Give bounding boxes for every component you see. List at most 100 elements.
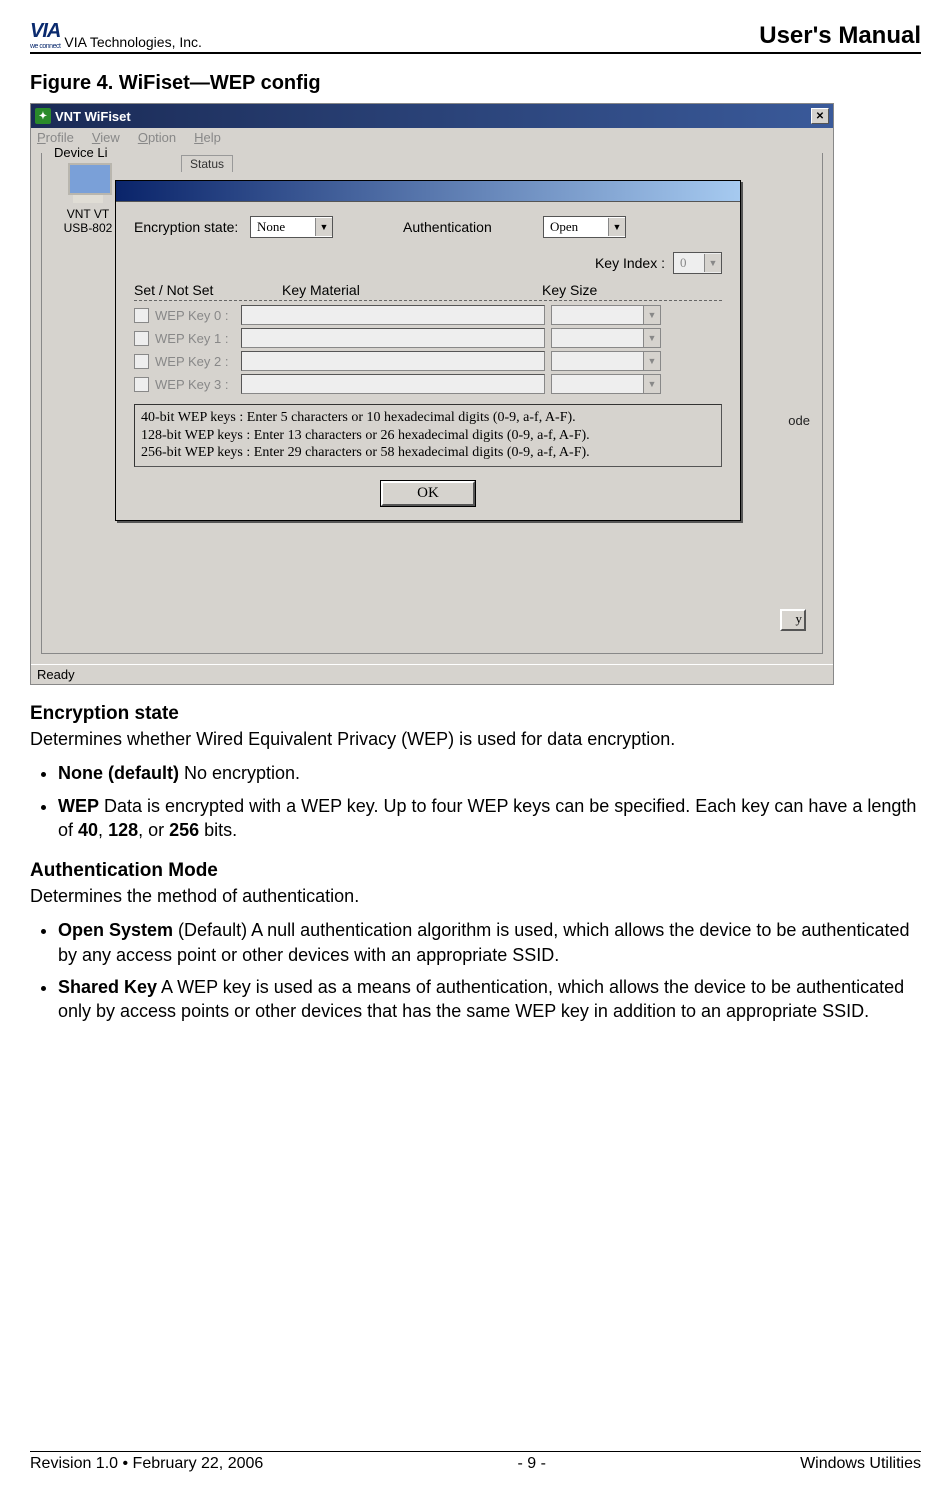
auth-mode-heading: Authentication Mode [30, 860, 921, 882]
text-wep-tail: bits. [199, 820, 237, 840]
list-item: None (default) No encryption. [58, 761, 921, 785]
wep-key-3-checkbox [134, 377, 149, 392]
chevron-down-icon: ▼ [643, 352, 660, 370]
dialog-titlebar [116, 181, 740, 202]
encryption-state-select[interactable]: None ▼ [250, 216, 333, 238]
page-footer: Revision 1.0 • February 22, 2006 - 9 - W… [30, 1451, 921, 1473]
term-wep: WEP [58, 796, 99, 816]
key-index-label: Key Index : [595, 255, 665, 271]
wep-key-row-1: WEP Key 1 : ▼ [134, 328, 722, 348]
dashed-divider [134, 300, 722, 301]
text-shared: A WEP key is used as a means of authenti… [58, 977, 904, 1021]
list-item: WEP Data is encrypted with a WEP key. Up… [58, 794, 921, 843]
list-item: Open System (Default) A null authenticat… [58, 918, 921, 967]
via-logo: VIA [30, 20, 60, 43]
wep-key-3-size-select: ▼ [551, 374, 661, 394]
background-button-fragment: y [780, 609, 806, 631]
menu-profile[interactable]: Profile [37, 130, 74, 145]
ok-button[interactable]: OK [381, 481, 475, 506]
open-paren: (Default) [173, 920, 251, 940]
wep-key-0-input [241, 305, 545, 325]
company-name: VIA Technologies, Inc. [64, 34, 202, 50]
device-line2: USB-802 [52, 221, 124, 235]
menubar: Profile View Option Help [31, 128, 833, 147]
key-index-select: 0 ▼ [673, 252, 722, 274]
encryption-state-list: None (default) No encryption. WEP Data i… [30, 761, 921, 842]
encryption-state-value: None [251, 219, 315, 235]
authentication-label: Authentication [403, 219, 533, 235]
wep-key-row-0: WEP Key 0 : ▼ [134, 305, 722, 325]
bits-40: 40 [78, 820, 98, 840]
list-item: Shared Key A WEP key is used as a means … [58, 975, 921, 1024]
chevron-down-icon: ▼ [608, 218, 625, 236]
header-size: Key Size [542, 282, 597, 298]
manual-title: User's Manual [759, 22, 921, 50]
authentication-select[interactable]: Open ▼ [543, 216, 626, 238]
wep-key-1-input [241, 328, 545, 348]
chevron-down-icon: ▼ [643, 375, 660, 393]
authentication-value: Open [544, 219, 608, 235]
header-set: Set / Not Set [134, 282, 282, 298]
auth-mode-list: Open System (Default) A null authenticat… [30, 918, 921, 1023]
wep-key-1-size-select: ▼ [551, 328, 661, 348]
wep-key-3-input [241, 374, 545, 394]
menu-option[interactable]: Option [138, 130, 176, 145]
logo-block: VIA we connect VIA Technologies, Inc. [30, 20, 202, 50]
wep-key-2-label: WEP Key 2 : [155, 354, 241, 369]
wep-key-0-checkbox [134, 308, 149, 323]
chevron-down-icon: ▼ [643, 329, 660, 347]
wep-key-2-input [241, 351, 545, 371]
auth-mode-desc: Determines the method of authentication. [30, 884, 921, 908]
wep-key-1-checkbox [134, 331, 149, 346]
window-titlebar: ✦ VNT WiFiset ✕ [31, 104, 833, 128]
wep-key-1-label: WEP Key 1 : [155, 331, 241, 346]
wep-key-0-size-select: ▼ [551, 305, 661, 325]
bits-256: 256 [169, 820, 199, 840]
wep-config-dialog: Encryption state: None ▼ Authentication … [115, 180, 741, 521]
page-header: VIA we connect VIA Technologies, Inc. Us… [30, 20, 921, 54]
app-icon: ✦ [35, 108, 51, 124]
key-index-value: 0 [674, 255, 704, 271]
term-shared: Shared Key [58, 977, 157, 997]
bits-128: 128 [108, 820, 138, 840]
menu-view[interactable]: View [92, 130, 120, 145]
wep-key-2-checkbox [134, 354, 149, 369]
encryption-state-heading: Encryption state [30, 703, 921, 725]
term-open: Open System [58, 920, 173, 940]
footer-right: Windows Utilities [800, 1455, 921, 1473]
encryption-state-label: Encryption state: [134, 219, 250, 235]
screenshot-window: ✦ VNT WiFiset ✕ Profile View Option Help… [30, 103, 834, 685]
wep-key-row-3: WEP Key 3 : ▼ [134, 374, 722, 394]
monitor-icon [64, 163, 112, 203]
header-material: Key Material [282, 282, 542, 298]
wep-key-3-label: WEP Key 3 : [155, 377, 241, 392]
hint-line-1: 40-bit WEP keys : Enter 5 characters or … [141, 409, 715, 427]
footer-center: - 9 - [517, 1455, 545, 1473]
wep-key-2-size-select: ▼ [551, 351, 661, 371]
footer-left: Revision 1.0 • February 22, 2006 [30, 1455, 263, 1473]
term-none: None (default) [58, 763, 179, 783]
wep-key-row-2: WEP Key 2 : ▼ [134, 351, 722, 371]
sep2: , or [138, 820, 169, 840]
menu-help[interactable]: Help [194, 130, 221, 145]
sep1: , [98, 820, 108, 840]
chevron-down-icon: ▼ [315, 218, 332, 236]
column-headers: Set / Not Set Key Material Key Size [134, 282, 722, 298]
hint-line-3: 256-bit WEP keys : Enter 29 characters o… [141, 444, 715, 462]
figure-title: Figure 4. WiFiset—WEP config [30, 72, 921, 95]
encryption-state-desc: Determines whether Wired Equivalent Priv… [30, 727, 921, 751]
device-line1: VNT VT [52, 207, 124, 221]
hint-line-2: 128-bit WEP keys : Enter 13 characters o… [141, 427, 715, 445]
device-item[interactable]: VNT VT USB-802 [52, 163, 124, 236]
chevron-down-icon: ▼ [704, 254, 721, 272]
text-none: No encryption. [179, 763, 300, 783]
close-icon[interactable]: ✕ [811, 108, 829, 124]
status-bar: Ready [31, 664, 833, 684]
window-title: VNT WiFiset [55, 109, 131, 124]
wep-key-0-label: WEP Key 0 : [155, 308, 241, 323]
group-label: Device Li [50, 145, 111, 160]
hint-box: 40-bit WEP keys : Enter 5 characters or … [134, 404, 722, 467]
chevron-down-icon: ▼ [643, 306, 660, 324]
background-text-fragment: ode [788, 413, 810, 428]
logo-tagline: we connect [30, 43, 60, 50]
